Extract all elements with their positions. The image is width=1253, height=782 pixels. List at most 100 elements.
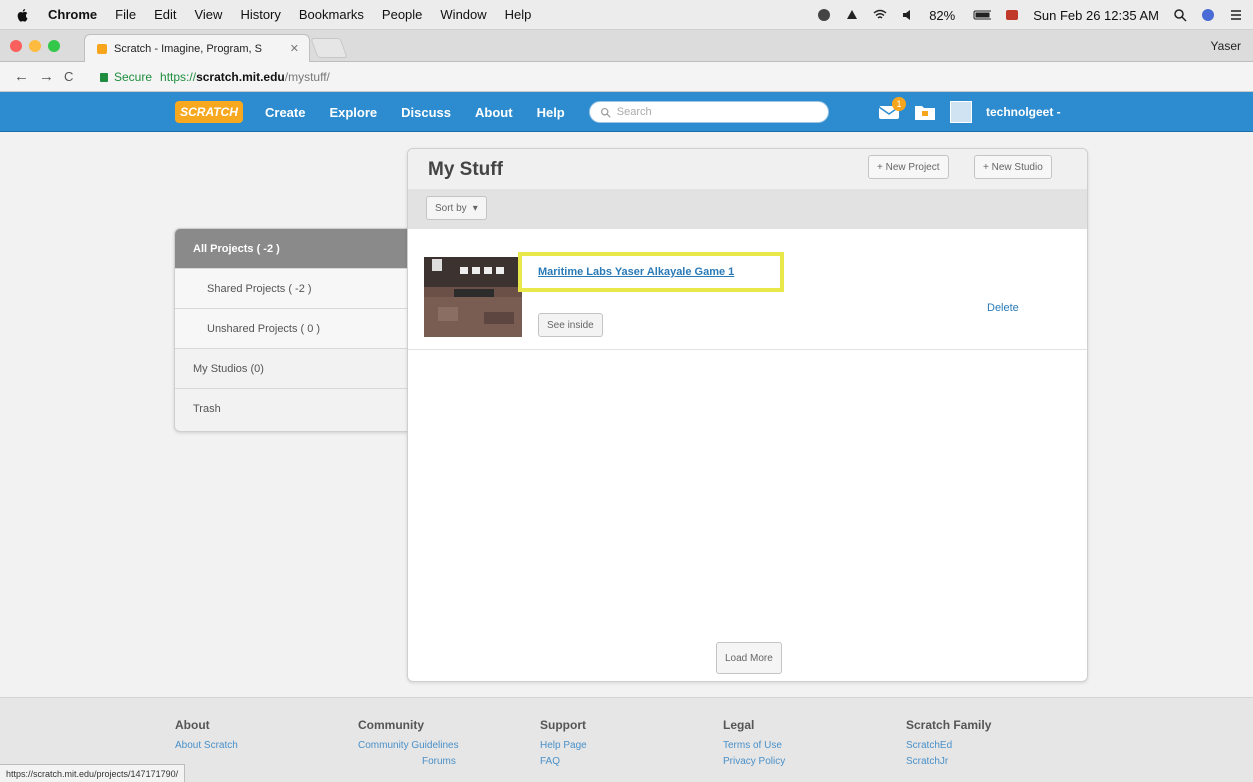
menu-edit[interactable]: Edit	[154, 7, 176, 22]
footer-col-community: Community Community Guidelines Forums	[358, 718, 459, 770]
url-field[interactable]: Secure https://scratch.mit.edu/mystuff/	[100, 66, 920, 88]
scratch-logo[interactable]: SCRATCH	[175, 101, 243, 123]
nav-about[interactable]: About	[475, 105, 513, 120]
footer-heading: Community	[358, 718, 424, 732]
menu-help[interactable]: Help	[505, 7, 532, 22]
search-input[interactable]: Search	[588, 101, 829, 123]
project-title-link[interactable]: Maritime Labs Yaser Alkayale Game 1	[538, 266, 734, 278]
volume-icon[interactable]	[901, 8, 915, 22]
search-placeholder: Search	[616, 106, 652, 118]
new-studio-button[interactable]: + New Studio	[974, 155, 1052, 179]
window-controls	[10, 40, 60, 52]
close-window-button[interactable]	[10, 40, 22, 52]
project-list-item: Maritime Labs Yaser Alkayale Game 1 See …	[408, 229, 1087, 350]
macos-menubar: Chrome File Edit View History Bookmarks …	[0, 0, 1253, 30]
sidebar-item-trash[interactable]: Trash	[175, 389, 407, 429]
footer-link-community-guidelines[interactable]: Community Guidelines	[358, 738, 459, 754]
load-more-button[interactable]: Load More	[716, 642, 782, 674]
menu-bookmarks[interactable]: Bookmarks	[299, 7, 364, 22]
site-footer: About About Scratch Community Community …	[0, 697, 1253, 782]
sidebar-item-all-projects[interactable]: All Projects ( -2 )	[175, 229, 407, 269]
nav-create[interactable]: Create	[265, 105, 305, 120]
browser-status-url: https://scratch.mit.edu/projects/1471717…	[0, 764, 186, 782]
delete-project-link[interactable]: Delete	[987, 302, 1019, 314]
footer-col-scratch-family: Scratch Family ScratchEd ScratchJr	[906, 718, 991, 770]
message-count-badge: 1	[892, 97, 906, 111]
footer-link-faq[interactable]: FAQ	[540, 754, 587, 770]
messages-icon[interactable]: 1	[878, 97, 906, 120]
footer-col-legal: Legal Terms of Use Privacy Policy	[723, 718, 785, 770]
minimize-window-button[interactable]	[29, 40, 41, 52]
new-project-button[interactable]: + New Project	[868, 155, 949, 179]
zoom-window-button[interactable]	[48, 40, 60, 52]
sort-by-dropdown[interactable]: Sort by ▾	[426, 196, 487, 220]
footer-link-help-page[interactable]: Help Page	[540, 738, 587, 754]
footer-link-scratched[interactable]: ScratchEd	[906, 738, 991, 754]
menu-history[interactable]: History	[240, 7, 280, 22]
my-stuff-panel: My Stuff + New Project + New Studio Sort…	[407, 148, 1088, 682]
reload-icon[interactable]: C	[64, 69, 73, 84]
spotlight-icon[interactable]	[1173, 8, 1187, 22]
project-title-highlight: Maritime Labs Yaser Alkayale Game 1	[518, 252, 784, 292]
url-host: scratch.mit.edu	[196, 70, 285, 84]
scratch-navbar: SCRATCH Create Explore Discuss About Hel…	[0, 92, 1253, 132]
search-icon	[600, 107, 611, 118]
footer-heading: Scratch Family	[906, 718, 992, 732]
menu-view[interactable]: View	[194, 7, 222, 22]
chrome-profile-button[interactable]: Yaser	[1211, 39, 1241, 53]
drive-icon[interactable]	[845, 8, 859, 22]
footer-col-support: Support Help Page FAQ	[540, 718, 587, 770]
forward-arrow-icon[interactable]: →	[39, 68, 54, 85]
footer-heading: Legal	[723, 718, 755, 732]
menu-window[interactable]: Window	[440, 7, 486, 22]
sidebar-item-shared-projects[interactable]: Shared Projects ( -2 )	[175, 269, 407, 309]
nav-help[interactable]: Help	[537, 105, 565, 120]
tab-close-icon[interactable]: ✕	[290, 42, 299, 55]
record-icon[interactable]	[1005, 8, 1019, 22]
sort-bar: Sort by ▾	[408, 189, 1087, 229]
see-inside-button[interactable]: See inside	[538, 313, 603, 337]
battery-icon[interactable]	[969, 8, 992, 22]
my-stuff-sidebar: All Projects ( -2 ) Shared Projects ( -2…	[174, 228, 408, 432]
footer-link-terms-of-use[interactable]: Terms of Use	[723, 738, 785, 754]
apple-icon[interactable]	[16, 8, 30, 22]
browser-tabstrip: Scratch - Imagine, Program, S ✕ Yaser	[0, 30, 1253, 62]
nav-explore[interactable]: Explore	[329, 105, 377, 120]
creative-cloud-icon[interactable]	[817, 8, 831, 22]
siri-icon[interactable]	[1201, 8, 1215, 22]
page-title: My Stuff	[428, 159, 503, 180]
footer-link-about-scratch[interactable]: About Scratch	[175, 738, 238, 754]
tab-title: Scratch - Imagine, Program, S	[114, 42, 262, 55]
scratch-favicon-icon	[97, 43, 107, 54]
sidebar-item-my-studios[interactable]: My Studios (0)	[175, 349, 407, 389]
notification-center-icon[interactable]	[1229, 8, 1243, 22]
footer-link-forums[interactable]: Forums	[358, 754, 459, 770]
menu-people[interactable]: People	[382, 7, 422, 22]
lock-icon[interactable]	[100, 72, 108, 82]
secure-label: Secure	[114, 70, 153, 84]
url-scheme: https://	[160, 70, 197, 84]
new-tab-button[interactable]	[310, 38, 348, 58]
menubar-status-area: 82% Sun Feb 26 12:35 AM	[817, 0, 1243, 30]
my-stuff-folder-icon[interactable]	[914, 103, 936, 121]
footer-link-scratchjr[interactable]: ScratchJr	[906, 754, 991, 770]
url-path: /mystuff/	[284, 70, 330, 84]
avatar[interactable]	[950, 101, 972, 123]
menubar-datetime[interactable]: Sun Feb 26 12:35 AM	[1033, 8, 1159, 23]
browser-tab-active[interactable]: Scratch - Imagine, Program, S ✕	[84, 34, 310, 62]
sort-by-label: Sort by	[435, 202, 467, 214]
footer-heading: About	[175, 718, 210, 732]
sidebar-item-unshared-projects[interactable]: Unshared Projects ( 0 )	[175, 309, 407, 349]
project-thumbnail[interactable]	[424, 257, 522, 337]
nav-discuss[interactable]: Discuss	[401, 105, 451, 120]
back-arrow-icon[interactable]: ←	[14, 68, 29, 85]
panel-header: My Stuff + New Project + New Studio Sort…	[408, 149, 1087, 229]
battery-percent[interactable]: 82%	[929, 8, 955, 23]
wifi-icon[interactable]	[873, 8, 887, 22]
chevron-down-icon: ▾	[472, 202, 478, 214]
footer-heading: Support	[540, 718, 586, 732]
footer-link-privacy-policy[interactable]: Privacy Policy	[723, 754, 785, 770]
username-menu[interactable]: technolgeet -	[986, 105, 1061, 119]
menu-file[interactable]: File	[115, 7, 136, 22]
menu-app-chrome[interactable]: Chrome	[48, 7, 97, 22]
